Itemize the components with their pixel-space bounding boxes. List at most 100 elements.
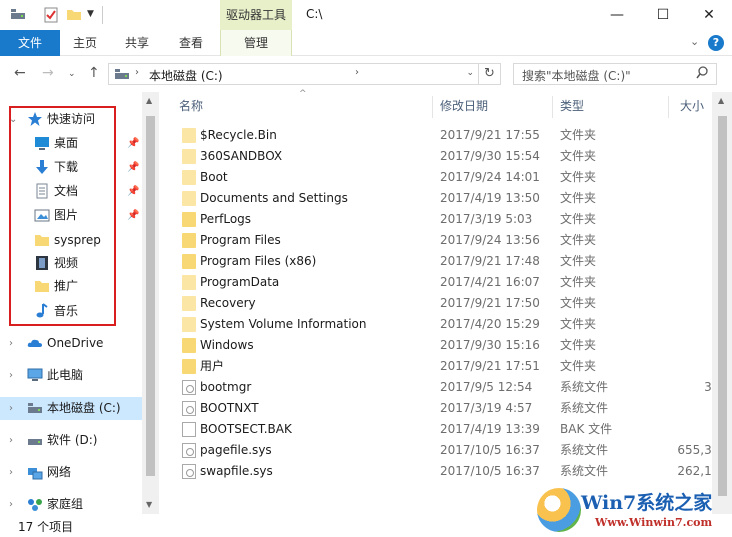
- scrollbar-thumb[interactable]: [146, 116, 155, 476]
- tab-file[interactable]: 文件: [0, 30, 60, 56]
- file-type: 文件夹: [560, 275, 597, 289]
- tab-share[interactable]: 共享: [110, 30, 164, 56]
- maximize-button[interactable]: ☐: [640, 0, 686, 30]
- nav-item-label: 此电脑: [47, 368, 84, 382]
- file-name: pagefile.sys: [200, 443, 272, 457]
- file-name: ProgramData: [200, 275, 280, 289]
- file-row[interactable]: bootmgr2017/9/5 12:54系统文件386: [168, 377, 732, 398]
- file-row[interactable]: Program Files 2017/9/24 13:56 文件夹: [168, 230, 732, 251]
- watermark-url: Www.Winwin7.com: [595, 516, 713, 529]
- scrollbar-thumb[interactable]: [718, 116, 727, 496]
- file-date: 2017/4/19 13:39: [440, 422, 540, 436]
- file-date: 2017/4/21 16:07: [440, 275, 540, 289]
- file-row[interactable]: BOOTSECT.BAK2017/4/19 13:39BAK 文件8: [168, 419, 732, 440]
- recent-locations-chevron-icon[interactable]: ⌄: [68, 69, 76, 79]
- file-name: Recovery: [200, 296, 256, 310]
- computer-icon: [27, 367, 43, 383]
- file-row[interactable]: 360SANDBOX 2017/9/30 15:54 文件夹: [168, 146, 732, 167]
- file-type: 系统文件: [560, 464, 609, 478]
- breadcrumb-separator-icon[interactable]: ›: [135, 67, 139, 78]
- file-type: 文件夹: [560, 212, 597, 226]
- file-row[interactable]: Windows 2017/9/30 15:16 文件夹: [168, 335, 732, 356]
- navigation-bar: ← → ⌄ ↑ › 本地磁盘 (C:) › ⌄ ↻ 搜索"本地磁盘 (C:)": [0, 56, 732, 92]
- quick-access-highlight-box: [9, 106, 116, 326]
- drive-app-icon[interactable]: [10, 7, 26, 21]
- file-row[interactable]: Recovery 2017/9/21 17:50 文件夹: [168, 293, 732, 314]
- window-title: C:\: [306, 7, 323, 21]
- file-row[interactable]: Documents and Settings 2017/4/19 13:50 文件夹: [168, 188, 732, 209]
- file-row[interactable]: ProgramData 2017/4/21 16:07 文件夹: [168, 272, 732, 293]
- chevron-right-icon[interactable]: ›: [9, 467, 13, 478]
- file-list-scrollbar[interactable]: ▲: [712, 92, 732, 514]
- search-icon[interactable]: [696, 66, 709, 82]
- refresh-icon[interactable]: ↻: [478, 64, 500, 84]
- close-button[interactable]: ✕: [686, 0, 732, 30]
- file-name: System Volume Information: [200, 317, 367, 331]
- address-bar[interactable]: › 本地磁盘 (C:) › ⌄ ↻: [108, 63, 501, 85]
- folder-icon: [182, 359, 196, 374]
- file-row[interactable]: pagefile.sys 2017/10/5 16:37 系统文件 655,360: [168, 440, 732, 461]
- up-arrow-icon[interactable]: ↑: [88, 65, 100, 81]
- back-arrow-icon[interactable]: ←: [14, 65, 26, 81]
- scroll-down-arrow-icon[interactable]: ▼: [146, 500, 152, 509]
- pin-icon[interactable]: 📌: [127, 186, 139, 197]
- column-divider[interactable]: [432, 96, 433, 118]
- file-name: Program Files: [200, 233, 281, 247]
- minimize-button[interactable]: —: [594, 0, 640, 30]
- search-input[interactable]: 搜索"本地磁盘 (C:)": [513, 63, 717, 85]
- file-row[interactable]: System Volume Information 2017/4/20 15:29…: [168, 314, 732, 335]
- scroll-up-arrow-icon[interactable]: ▲: [718, 96, 724, 105]
- file-row[interactable]: $Recycle.Bin 2017/9/21 17:55 文件夹: [168, 125, 732, 146]
- customize-qat-icon[interactable]: ▼: [87, 9, 94, 19]
- file-row[interactable]: Program Files (x86) 2017/9/21 17:48 文件夹: [168, 251, 732, 272]
- file-date: 2017/9/21 17:51: [440, 359, 540, 373]
- address-dropdown-icon[interactable]: ⌄: [466, 68, 474, 78]
- help-icon[interactable]: ?: [708, 35, 724, 51]
- column-header-name[interactable]: 名称: [179, 92, 429, 120]
- chevron-right-icon[interactable]: ›: [9, 435, 13, 446]
- file-row[interactable]: swapfile.sys 2017/10/5 16:37 系统文件 262,144: [168, 461, 732, 482]
- nav-pane-scrollbar[interactable]: ▲ ▼: [142, 92, 159, 514]
- qat-divider: [102, 6, 103, 24]
- breadcrumb-separator-icon[interactable]: ›: [355, 67, 359, 78]
- file-row[interactable]: PerfLogs 2017/3/19 5:03 文件夹: [168, 209, 732, 230]
- file-date: 2017/9/21 17:55: [440, 128, 540, 142]
- file-row[interactable]: 用户 2017/9/21 17:51 文件夹: [168, 356, 732, 377]
- chevron-right-icon[interactable]: ›: [9, 403, 13, 414]
- pin-icon[interactable]: 📌: [127, 162, 139, 173]
- file-row[interactable]: BOOTNXT2017/3/19 4:57系统文件1: [168, 398, 732, 419]
- pin-icon[interactable]: 📌: [127, 210, 139, 221]
- file-name: 360SANDBOX: [200, 149, 283, 163]
- column-divider[interactable]: [552, 96, 553, 118]
- tab-view[interactable]: 查看: [164, 30, 218, 56]
- file-name: bootmgr: [200, 380, 252, 394]
- network-icon: [27, 464, 43, 480]
- system-file-icon: [182, 443, 196, 458]
- file-name: swapfile.sys: [200, 464, 273, 478]
- expand-ribbon-icon[interactable]: ⌄: [690, 35, 699, 48]
- file-type: 文件夹: [560, 338, 597, 352]
- chevron-right-icon[interactable]: ›: [9, 370, 13, 381]
- chevron-right-icon[interactable]: ›: [9, 338, 13, 349]
- scroll-up-arrow-icon[interactable]: ▲: [146, 96, 152, 105]
- pin-icon[interactable]: 📌: [127, 138, 139, 149]
- tab-manage[interactable]: 管理: [220, 30, 292, 56]
- column-header-type[interactable]: 类型: [560, 92, 660, 120]
- column-divider[interactable]: [668, 96, 669, 118]
- tab-home[interactable]: 主页: [60, 30, 110, 56]
- folder-icon: [182, 317, 196, 332]
- watermark: Win7系统之家 Www.Winwin7.com: [537, 486, 732, 537]
- file-date: 2017/9/5 12:54: [440, 380, 533, 394]
- new-folder-icon[interactable]: [66, 7, 82, 21]
- properties-icon[interactable]: [44, 7, 58, 23]
- chevron-right-icon[interactable]: ›: [9, 499, 13, 510]
- folder-icon: [182, 149, 196, 164]
- forward-arrow-icon[interactable]: →: [42, 65, 54, 81]
- breadcrumb-current[interactable]: 本地磁盘 (C:): [149, 67, 223, 84]
- folder-icon: [182, 191, 196, 206]
- title-bar: ▼ 驱动器工具 C:\ — ☐ ✕: [0, 0, 732, 30]
- file-row[interactable]: Boot 2017/9/24 14:01 文件夹: [168, 167, 732, 188]
- folder-icon: [182, 212, 196, 227]
- column-header-date[interactable]: 修改日期: [440, 92, 550, 120]
- system-file-icon: [182, 401, 196, 416]
